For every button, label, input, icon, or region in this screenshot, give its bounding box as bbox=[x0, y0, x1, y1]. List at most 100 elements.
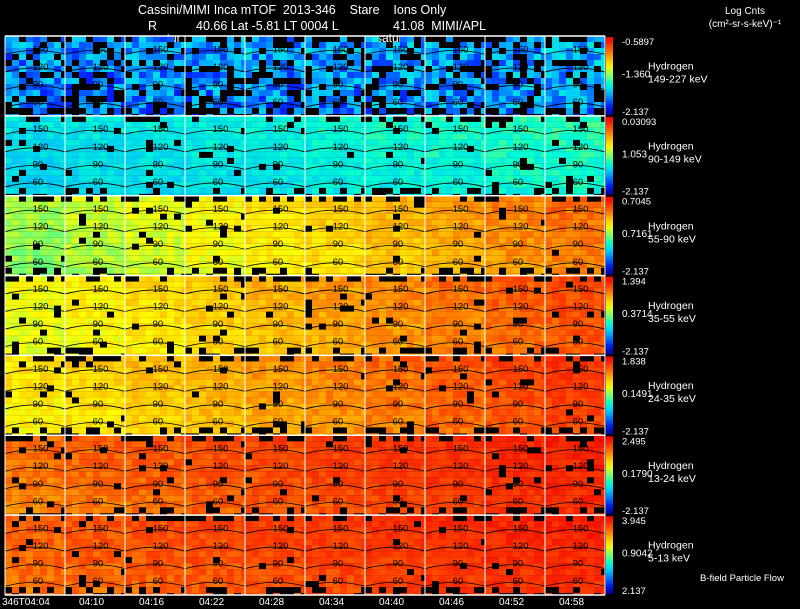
pixel bbox=[146, 311, 153, 318]
pixel bbox=[407, 317, 414, 324]
pixel bbox=[492, 127, 499, 134]
pixel bbox=[552, 267, 559, 274]
pixel bbox=[19, 42, 26, 48]
pixel bbox=[379, 175, 386, 182]
pixel bbox=[481, 219, 485, 226]
pixel bbox=[107, 115, 114, 122]
pixel bbox=[587, 237, 594, 244]
pixel bbox=[54, 415, 61, 422]
pixel bbox=[372, 207, 379, 214]
pixel bbox=[287, 267, 294, 274]
pixel bbox=[199, 379, 206, 386]
pixel bbox=[79, 299, 86, 306]
pixel bbox=[114, 175, 121, 182]
pixel bbox=[361, 151, 365, 158]
pixel bbox=[312, 213, 319, 220]
pixel bbox=[460, 169, 467, 176]
pixel bbox=[439, 281, 446, 288]
pixel bbox=[185, 213, 192, 220]
pixel bbox=[545, 299, 552, 306]
pixel bbox=[19, 201, 26, 208]
pixel bbox=[301, 219, 305, 226]
pixel bbox=[65, 90, 72, 96]
pixel bbox=[5, 151, 12, 158]
pixel bbox=[379, 60, 386, 66]
pixel bbox=[61, 329, 65, 336]
pixel bbox=[280, 169, 287, 176]
pixel bbox=[333, 329, 340, 336]
pixel bbox=[545, 121, 552, 128]
pixel bbox=[174, 78, 181, 84]
pixel bbox=[199, 373, 206, 380]
pixel bbox=[446, 347, 453, 354]
pixel bbox=[245, 213, 252, 220]
pixel bbox=[365, 249, 372, 256]
pixel bbox=[432, 157, 439, 164]
pixel bbox=[185, 361, 192, 368]
pixel bbox=[294, 255, 301, 262]
pixel bbox=[121, 60, 125, 66]
pixel bbox=[167, 187, 174, 194]
pixel bbox=[481, 121, 485, 128]
pixel bbox=[79, 281, 86, 288]
pixel bbox=[241, 237, 245, 244]
pixel bbox=[227, 115, 234, 122]
pixel bbox=[453, 169, 460, 176]
pixel bbox=[294, 317, 301, 324]
pixel bbox=[587, 108, 594, 114]
pixel bbox=[294, 201, 301, 208]
pixel bbox=[340, 169, 347, 176]
pixel bbox=[19, 267, 26, 274]
pixel bbox=[40, 249, 47, 256]
pixel bbox=[266, 169, 273, 176]
pixel bbox=[319, 181, 326, 188]
contour-label: 120 bbox=[213, 222, 229, 233]
contour-label: 150 bbox=[93, 204, 109, 215]
pixel bbox=[425, 96, 432, 102]
pixel bbox=[146, 195, 153, 202]
pixel bbox=[439, 341, 446, 348]
pixel bbox=[573, 311, 580, 318]
pixel bbox=[47, 169, 54, 176]
pixel bbox=[266, 275, 273, 282]
pixel bbox=[5, 231, 12, 238]
image-frame: 1501209060 bbox=[544, 195, 606, 276]
pixel bbox=[594, 72, 601, 78]
pixel bbox=[552, 281, 559, 288]
pixel bbox=[481, 115, 485, 122]
pixel bbox=[132, 409, 139, 416]
pixel bbox=[259, 231, 266, 238]
pixel bbox=[19, 133, 26, 140]
pixel bbox=[499, 329, 506, 336]
contour-label: 150 bbox=[213, 124, 229, 135]
pixel bbox=[132, 121, 139, 128]
pixel bbox=[132, 267, 139, 274]
pixel bbox=[594, 139, 601, 146]
pixel bbox=[107, 267, 114, 274]
pixel bbox=[79, 42, 86, 48]
pixel bbox=[199, 281, 206, 288]
pixel bbox=[227, 187, 234, 194]
pixel bbox=[26, 329, 33, 336]
image-frame: 1501209060 bbox=[124, 195, 186, 276]
contour-label: 90 bbox=[513, 319, 524, 330]
pixel bbox=[5, 201, 12, 208]
pixel bbox=[347, 311, 354, 318]
pixel bbox=[319, 213, 326, 220]
pixel bbox=[432, 267, 439, 274]
pixel bbox=[499, 78, 506, 84]
pixel bbox=[467, 157, 474, 164]
pixel bbox=[245, 42, 252, 48]
pixel bbox=[361, 293, 365, 300]
pixel bbox=[61, 367, 65, 374]
pixel bbox=[54, 133, 61, 140]
pixel bbox=[192, 329, 199, 336]
pixel bbox=[125, 249, 132, 256]
pixel bbox=[559, 237, 566, 244]
pixel bbox=[541, 121, 545, 128]
pixel bbox=[107, 397, 114, 404]
pixel bbox=[312, 293, 319, 300]
pixel bbox=[167, 335, 174, 342]
pixel bbox=[594, 249, 601, 256]
contour-label: 60 bbox=[573, 97, 584, 108]
